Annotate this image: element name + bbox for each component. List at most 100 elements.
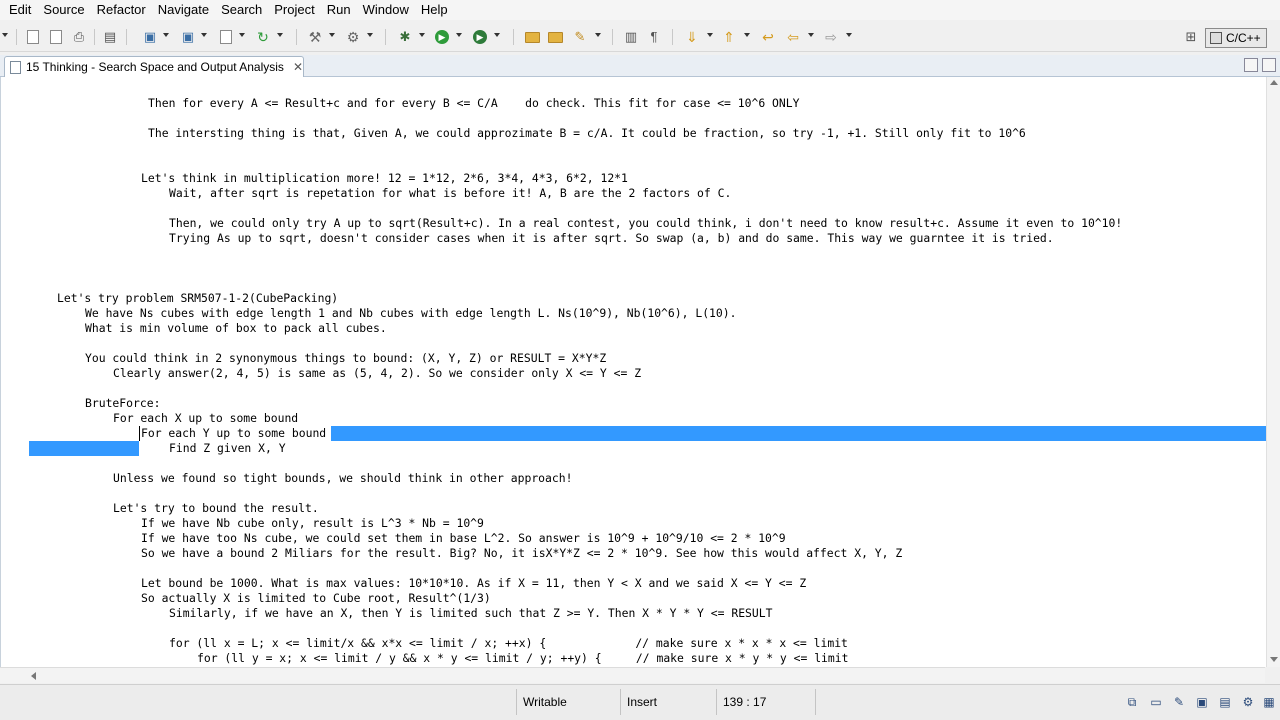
new-folder-dropdown-arrow-icon[interactable] [201,33,207,37]
code-line: Let's think in multiplication more! 12 =… [141,171,628,185]
show-whitespace-button[interactable]: ¶ [646,29,662,45]
folder-icon [524,31,540,43]
code-line: Then, we could only try A up to sqrt(Res… [169,216,1123,230]
previous-annotation-icon: ⇑ [723,29,735,45]
build-all-button[interactable]: ⚙ [345,29,361,45]
build-dropdown-arrow-icon[interactable] [329,33,335,37]
back-button[interactable]: ⇦ [785,29,801,45]
editor-tab[interactable]: 15 Thinking - Search Space and Output An… [4,56,304,77]
menu-source[interactable]: Source [37,0,90,20]
progress-view-icon[interactable]: ⚙ [1241,695,1255,709]
code-line: for (ll y = x; x <= limit / y && x * y <… [197,651,849,665]
code-line: Let bound be 1000. What is max values: 1… [141,576,807,590]
outline-view-icon[interactable]: ▦ [1262,695,1276,709]
open-perspective-icon: ⊞ [1185,29,1197,44]
scroll-up-arrow-icon[interactable] [1270,80,1278,85]
console-view-icon[interactable]: ▭ [1149,695,1163,709]
menu-navigate[interactable]: Navigate [152,0,215,20]
text-editor[interactable]: Then for every A <= Result+c and for eve… [0,77,1280,667]
build-all-dropdown-arrow-icon[interactable] [367,33,373,37]
editor-gutter [1,77,21,667]
build-config-button[interactable]: ▤ [102,29,118,45]
code-line: So we have a bound 2 Miliars for the res… [141,546,903,560]
code-line: Unless we found so tight bounds, we shou… [113,471,573,485]
debug-dropdown-arrow-icon[interactable] [419,33,425,37]
refresh-dropdown-arrow-icon[interactable] [277,33,283,37]
next-annotation-dropdown-arrow-icon[interactable] [707,33,713,37]
code-line: BruteForce: [85,396,161,410]
toolbar-separator [126,29,127,45]
last-edit-icon: ↩ [762,29,774,45]
minimize-button[interactable] [1244,58,1258,72]
save-all-button[interactable] [48,29,64,45]
previous-annotation-button[interactable]: ⇑ [721,29,737,45]
run-dropdown-arrow-icon[interactable] [456,33,462,37]
properties-view-icon[interactable]: ▤ [1218,695,1232,709]
status-bar: Writable Insert 139 : 17 ⧉ ▭ ✎ ▣ ▤ ⚙ ▦ [0,684,1280,720]
menu-project[interactable]: Project [268,0,320,20]
open-type-button[interactable] [524,29,540,45]
toolbar-separator [296,29,297,45]
editor-tab-bar: 15 Thinking - Search Space and Output An… [0,55,1280,77]
status-writable: Writable [523,695,567,709]
toggle-mark-occurrences-button[interactable]: ▥ [623,29,639,45]
new-project-button[interactable]: ▣ [142,29,158,45]
code-line: for (ll x = L; x <= limit/x && x*x <= li… [169,636,848,650]
menu-bar: Edit Source Refactor Navigate Search Pro… [0,0,1280,20]
external-tools-button[interactable]: ▶ [472,29,488,45]
new-source-icon [220,30,232,44]
search-dropdown-arrow-icon[interactable] [595,33,601,37]
menu-run[interactable]: Run [321,0,357,20]
new-project-dropdown-arrow-icon[interactable] [163,33,169,37]
printer-icon: ⎙ [73,29,85,44]
status-separator [815,689,816,715]
restore-view-icon[interactable]: ⧉ [1125,695,1139,709]
vertical-scrollbar[interactable] [1266,77,1280,667]
back-dropdown-arrow-icon[interactable] [808,33,814,37]
run-button[interactable]: ▶ [434,29,450,45]
next-annotation-button[interactable]: ⇓ [684,29,700,45]
open-element-button[interactable] [547,29,563,45]
menu-refactor[interactable]: Refactor [91,0,152,20]
perspective-icon [1210,32,1222,44]
problems-view-icon[interactable]: ✎ [1172,695,1186,709]
last-edit-location-button[interactable]: ↩ [760,29,776,45]
debug-button[interactable]: ✱ [397,29,413,45]
menu-help[interactable]: Help [415,0,454,20]
scroll-down-arrow-icon[interactable] [1270,657,1278,662]
code-line: Similarly, if we have an X, then Y is li… [169,606,773,620]
new-source-button[interactable] [218,29,234,45]
scroll-left-arrow-icon[interactable] [31,672,36,680]
code-line: We have Ns cubes with edge length 1 and … [85,306,737,320]
toolbar-separator [513,29,514,45]
close-icon[interactable]: ✕ [293,60,303,74]
new-dropdown-arrow-icon[interactable] [2,33,8,37]
new-source-dropdown-arrow-icon[interactable] [239,33,245,37]
print-button[interactable]: ⎙ [71,29,87,45]
bug-icon: ✱ [399,29,411,44]
forward-dropdown-arrow-icon[interactable] [846,33,852,37]
open-perspective-button[interactable]: ⊞ [1183,29,1199,45]
menu-edit[interactable]: Edit [0,0,37,20]
code-line: Then for every A <= Result+c and for eve… [148,96,800,110]
refresh-button[interactable]: ↻ [255,29,271,45]
maximize-button[interactable] [1262,58,1276,72]
tasks-view-icon[interactable]: ▣ [1195,695,1209,709]
new-folder-button[interactable]: ▣ [180,29,196,45]
search-button[interactable]: ✎ [572,29,588,45]
status-insert-mode: Insert [627,695,658,709]
forward-button[interactable]: ⇨ [823,29,839,45]
external-tools-dropdown-arrow-icon[interactable] [494,33,500,37]
code-line: For each Y up to some bound [141,426,327,440]
next-annotation-icon: ⇓ [686,29,698,45]
menu-search[interactable]: Search [215,0,268,20]
previous-annotation-dropdown-arrow-icon[interactable] [744,33,750,37]
perspective-switcher[interactable]: C/C++ [1205,28,1267,48]
text-selection [29,441,139,456]
save-button[interactable] [25,29,41,45]
save-all-icon [50,30,62,44]
build-button[interactable]: ⚒ [307,29,323,45]
editor-tab-title: 15 Thinking - Search Space and Output An… [26,60,284,74]
horizontal-scrollbar[interactable] [0,667,1265,683]
menu-window[interactable]: Window [357,0,415,20]
